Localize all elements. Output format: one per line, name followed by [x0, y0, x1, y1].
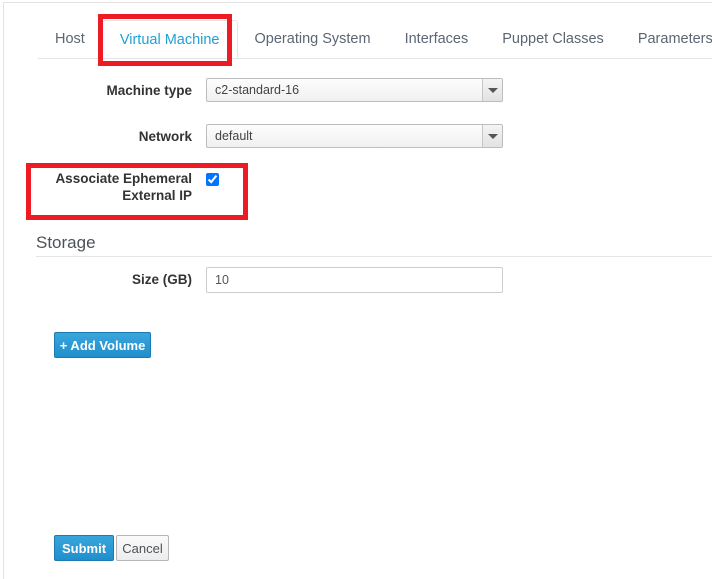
associate-ephemeral-external-ip-label-line2: External IP: [122, 188, 192, 203]
storage-size-row: Size (GB): [0, 267, 712, 293]
network-label: Network: [138, 129, 192, 144]
submit-button[interactable]: Submit: [54, 535, 114, 561]
network-value: default: [215, 129, 253, 143]
storage-size-label: Size (GB): [131, 272, 192, 287]
chevron-down-icon: [488, 134, 498, 139]
associate-ephemeral-external-ip-label-line1: Associate Ephemeral: [55, 171, 192, 186]
cancel-button[interactable]: Cancel: [116, 535, 169, 561]
tab-interfaces-label: Interfaces: [404, 31, 469, 47]
tab-virtual-machine[interactable]: Virtual Machine: [101, 20, 238, 58]
associate-ephemeral-external-ip-label: Associate Ephemeral External IP: [0, 170, 192, 204]
storage-size-input[interactable]: [206, 267, 503, 293]
tab-bar: Host Virtual Machine Operating System In…: [38, 20, 712, 59]
network-dropdown-button[interactable]: [482, 125, 502, 147]
network-row: Network default: [0, 124, 712, 150]
tab-parameters[interactable]: Parameters: [621, 20, 712, 58]
machine-type-dropdown-button[interactable]: [482, 79, 502, 101]
storage-size-control: [206, 267, 503, 293]
add-volume-button[interactable]: + Add Volume: [54, 332, 151, 358]
machine-type-select[interactable]: c2-standard-16: [206, 78, 503, 102]
chevron-down-icon: [488, 88, 498, 93]
tab-parameters-label: Parameters: [637, 31, 712, 47]
machine-type-value: c2-standard-16: [215, 83, 300, 97]
page-top-border: [3, 2, 712, 3]
network-select[interactable]: default: [206, 124, 503, 148]
vm-settings-page: Host Virtual Machine Operating System In…: [0, 0, 712, 579]
storage-divider: [36, 256, 712, 257]
storage-heading: Storage: [36, 233, 96, 252]
tab-host-label: Host: [55, 31, 85, 47]
tab-operating-system-label: Operating System: [254, 31, 371, 47]
network-control: default: [206, 124, 503, 148]
tab-host[interactable]: Host: [38, 20, 102, 58]
tab-puppet-classes[interactable]: Puppet Classes: [485, 20, 621, 58]
associate-ephemeral-external-ip-checkbox[interactable]: [206, 173, 219, 186]
tab-puppet-classes-label: Puppet Classes: [502, 31, 604, 47]
machine-type-label: Machine type: [106, 83, 192, 98]
tab-virtual-machine-label: Virtual Machine: [119, 32, 220, 48]
machine-type-row: Machine type c2-standard-16: [0, 78, 712, 104]
tab-operating-system[interactable]: Operating System: [238, 20, 388, 58]
tab-interfaces[interactable]: Interfaces: [388, 20, 486, 58]
machine-type-control: c2-standard-16: [206, 78, 503, 102]
